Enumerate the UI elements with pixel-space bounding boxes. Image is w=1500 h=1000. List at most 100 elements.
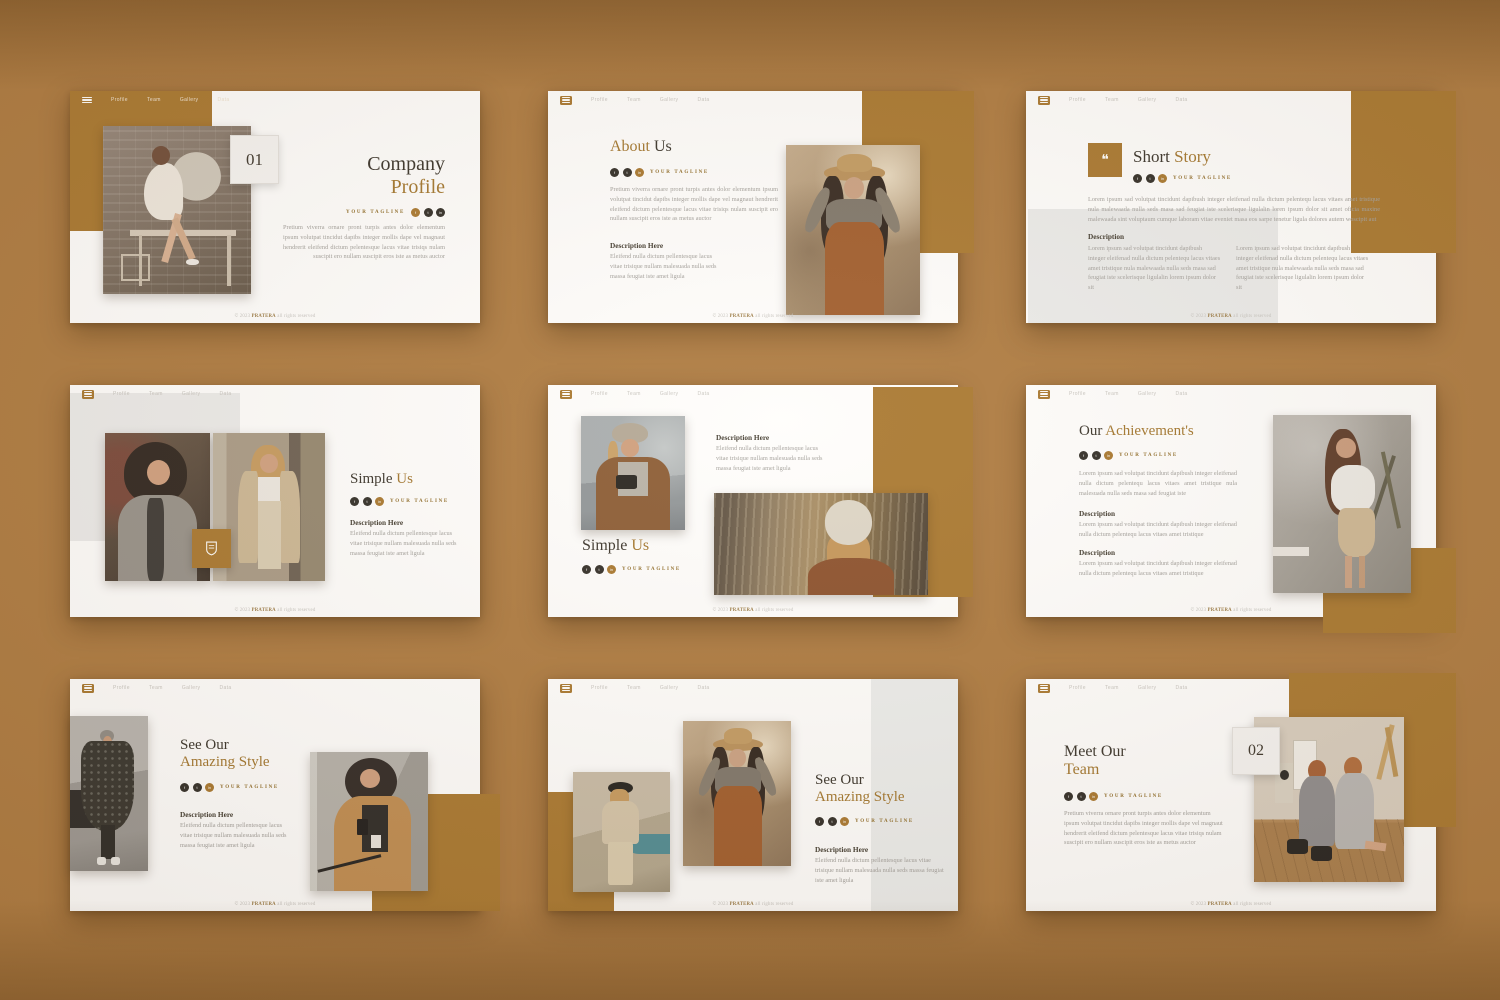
facebook-icon[interactable]: f xyxy=(1079,451,1088,460)
nav-item-data[interactable]: Data xyxy=(1175,97,1187,103)
twitter-icon[interactable]: t xyxy=(595,565,604,574)
menu-icon[interactable] xyxy=(82,390,94,399)
slide-amazing-style-1[interactable]: Profile Team Gallery Data See Our Amazin… xyxy=(70,679,480,911)
menu-icon[interactable] xyxy=(560,96,572,105)
nav-item-team[interactable]: Team xyxy=(149,685,163,691)
menu-icon[interactable] xyxy=(1038,390,1050,399)
nav-item-profile[interactable]: Profile xyxy=(591,391,608,397)
slide-nav: Profile Team Gallery Data xyxy=(1026,679,1436,697)
nav-item-data[interactable]: Data xyxy=(697,391,709,397)
slide-company-profile[interactable]: Profile Team Gallery Data 01 Company Pro… xyxy=(70,91,480,323)
slide-title: Simple Us xyxy=(582,537,649,555)
slide-about-us[interactable]: Profile Team Gallery Data About Us f t i… xyxy=(548,91,958,323)
facebook-icon[interactable]: f xyxy=(180,783,189,792)
nav-item-data[interactable]: Data xyxy=(1175,685,1187,691)
slide-nav: Profile Team Gallery Data xyxy=(70,91,480,109)
twitter-icon[interactable]: t xyxy=(1146,174,1155,183)
nav-item-gallery[interactable]: Gallery xyxy=(660,97,679,103)
menu-icon[interactable] xyxy=(560,684,572,693)
nav-item-gallery[interactable]: Gallery xyxy=(1138,97,1157,103)
nav-item-profile[interactable]: Profile xyxy=(113,685,130,691)
instagram-icon[interactable]: in xyxy=(205,783,214,792)
instagram-icon[interactable]: in xyxy=(1104,451,1113,460)
slide-simple-us-2[interactable]: Profile Team Gallery Data Simple Us f t … xyxy=(548,385,958,617)
facebook-icon[interactable]: f xyxy=(350,497,359,506)
nav-item-gallery[interactable]: Gallery xyxy=(1138,685,1157,691)
instagram-icon[interactable]: in xyxy=(840,817,849,826)
menu-icon[interactable] xyxy=(82,96,92,104)
tagline-row: f t in YOUR TAGLINE xyxy=(815,817,914,826)
nav-item-gallery[interactable]: Gallery xyxy=(660,685,679,691)
instagram-icon[interactable]: in xyxy=(1158,174,1167,183)
menu-icon[interactable] xyxy=(1038,684,1050,693)
description-paragraph-1: Lorem ipsum sad volutpat tincidunt dapib… xyxy=(1079,520,1237,540)
slide-simple-us-1[interactable]: Profile Team Gallery Data Simple Us f t … xyxy=(70,385,480,617)
twitter-icon[interactable]: t xyxy=(193,783,202,792)
twitter-icon[interactable]: t xyxy=(1077,792,1086,801)
slide-title: See Our Amazing Style xyxy=(180,737,270,771)
slide-our-achievements[interactable]: Profile Team Gallery Data Our Achievemen… xyxy=(1026,385,1436,617)
nav-item-gallery[interactable]: Gallery xyxy=(180,97,199,103)
facebook-icon[interactable]: f xyxy=(411,208,420,217)
nav-item-profile[interactable]: Profile xyxy=(111,97,128,103)
facebook-icon[interactable]: f xyxy=(582,565,591,574)
nav-item-team[interactable]: Team xyxy=(149,391,163,397)
nav-item-data[interactable]: Data xyxy=(219,685,231,691)
slide-title: Company Profile xyxy=(367,153,445,199)
nav-item-gallery[interactable]: Gallery xyxy=(660,391,679,397)
nav-item-data[interactable]: Data xyxy=(219,391,231,397)
description-paragraph: Eleifend nulla dictum pellentesque lacus… xyxy=(716,444,824,473)
slide-short-story[interactable]: Profile Team Gallery Data ❝ Short Story … xyxy=(1026,91,1436,323)
nav-item-profile[interactable]: Profile xyxy=(113,391,130,397)
facebook-icon[interactable]: f xyxy=(610,168,619,177)
nav-item-data[interactable]: Data xyxy=(697,97,709,103)
facebook-icon[interactable]: f xyxy=(815,817,824,826)
twitter-icon[interactable]: t xyxy=(424,208,433,217)
tagline-row: f t in YOUR TAGLINE xyxy=(1133,174,1232,183)
nav-item-profile[interactable]: Profile xyxy=(591,97,608,103)
instagram-icon[interactable]: in xyxy=(375,497,384,506)
nav-item-team[interactable]: Team xyxy=(1105,97,1119,103)
nav-item-profile[interactable]: Profile xyxy=(1069,391,1086,397)
description-column-2: Lorem ipsum sad volutpat tincidunt dapib… xyxy=(1236,244,1369,293)
intro-paragraph: Pretium viverra ornare pront turpis ante… xyxy=(610,185,778,224)
nav-item-team[interactable]: Team xyxy=(1105,685,1119,691)
nav-item-data[interactable]: Data xyxy=(697,685,709,691)
slide-amazing-style-2[interactable]: Profile Team Gallery Data See Our Amazin… xyxy=(548,679,958,911)
nav-item-data[interactable]: Data xyxy=(1175,391,1187,397)
twitter-icon[interactable]: t xyxy=(828,817,837,826)
nav-item-team[interactable]: Team xyxy=(147,97,161,103)
nav-item-team[interactable]: Team xyxy=(627,97,641,103)
nav-item-profile[interactable]: Profile xyxy=(591,685,608,691)
nav-item-team[interactable]: Team xyxy=(627,685,641,691)
twitter-icon[interactable]: t xyxy=(1092,451,1101,460)
nav-item-team[interactable]: Team xyxy=(627,391,641,397)
nav-item-team[interactable]: Team xyxy=(1105,391,1119,397)
nav-item-gallery[interactable]: Gallery xyxy=(182,685,201,691)
nav-item-data[interactable]: Data xyxy=(217,97,229,103)
nav-item-profile[interactable]: Profile xyxy=(1069,97,1086,103)
menu-icon[interactable] xyxy=(82,684,94,693)
nav-item-gallery[interactable]: Gallery xyxy=(182,391,201,397)
description-paragraph: Eleifend nulla dictum pellentesque lacus… xyxy=(815,856,945,885)
facebook-icon[interactable]: f xyxy=(1064,792,1073,801)
description-heading: Description Here xyxy=(180,810,233,819)
nav-item-gallery[interactable]: Gallery xyxy=(1138,391,1157,397)
description-column-1: Lorem ipsum sad volutpat tincidunt dapib… xyxy=(1088,244,1221,293)
tagline-label: YOUR TAGLINE xyxy=(1173,176,1232,181)
menu-icon[interactable] xyxy=(560,390,572,399)
menu-icon[interactable] xyxy=(1038,96,1050,105)
slide-meet-our-team[interactable]: Profile Team Gallery Data 02 Meet Our Te… xyxy=(1026,679,1436,911)
instagram-icon[interactable]: in xyxy=(436,208,445,217)
twitter-icon[interactable]: t xyxy=(363,497,372,506)
instagram-icon[interactable]: in xyxy=(635,168,644,177)
description-paragraph: Eleifend nulla dictum pellentesque lacus… xyxy=(610,252,722,281)
instagram-icon[interactable]: in xyxy=(1089,792,1098,801)
instagram-icon[interactable]: in xyxy=(607,565,616,574)
description-heading-1: Description xyxy=(1079,509,1115,518)
twitter-icon[interactable]: t xyxy=(623,168,632,177)
nav-item-profile[interactable]: Profile xyxy=(1069,685,1086,691)
facebook-icon[interactable]: f xyxy=(1133,174,1142,183)
tagline-row: f t in YOUR TAGLINE xyxy=(180,783,279,792)
tagline-label: YOUR TAGLINE xyxy=(622,567,681,572)
